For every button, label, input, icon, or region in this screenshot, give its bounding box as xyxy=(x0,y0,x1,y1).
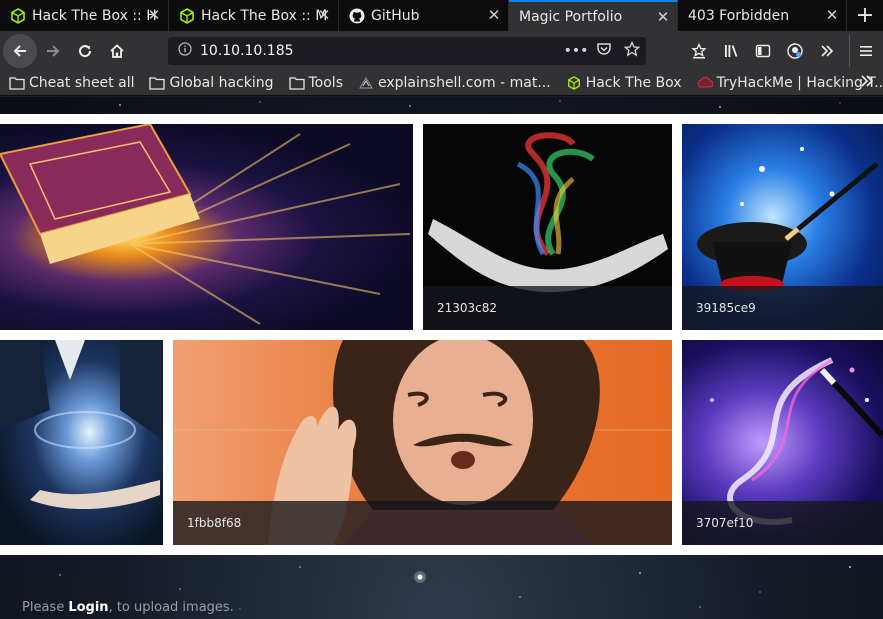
reload-icon xyxy=(79,44,92,57)
overflow-button[interactable] xyxy=(811,35,843,67)
info-icon[interactable] xyxy=(172,42,198,60)
htb-icon xyxy=(567,75,580,90)
bookmarks-toolbar: Cheat sheet all Global hacking Tools exp… xyxy=(0,70,883,96)
reload-button[interactable] xyxy=(69,35,101,67)
tab-403-forbidden[interactable]: 403 Forbidden ✕ xyxy=(678,0,847,31)
new-tab-button[interactable]: + xyxy=(847,0,883,31)
home-icon xyxy=(110,43,124,58)
bookmark-label: explainshell.com - mat... xyxy=(378,74,551,91)
login-prompt-prefix: Please xyxy=(22,600,69,615)
account-button[interactable] xyxy=(779,35,811,67)
github-icon xyxy=(349,8,365,23)
account-icon xyxy=(787,43,803,59)
image-caption: 1fbb8f68 xyxy=(173,501,672,545)
url-text[interactable]: 10.10.10.185 xyxy=(200,43,562,59)
tab-strip: Hack The Box :: H ✕ Hack The Box :: M ✕ … xyxy=(0,0,883,31)
bookmark-label: Hack The Box xyxy=(585,74,682,91)
tab-hackthebox-2[interactable]: Hack The Box :: M ✕ xyxy=(169,0,339,31)
arrow-left-icon xyxy=(13,44,26,57)
gallery-image-galaxy-hand[interactable] xyxy=(0,340,163,545)
bookmark-label: Tools xyxy=(308,74,344,91)
url-bar[interactable]: 10.10.10.185 ••• xyxy=(168,37,646,65)
tab-title: 403 Forbidden xyxy=(688,7,790,24)
library-icon xyxy=(725,45,738,57)
chevron-double-right-icon xyxy=(821,45,834,57)
folder-icon xyxy=(288,76,305,90)
hamburger-menu-icon xyxy=(859,46,872,56)
tab-magic-portfolio[interactable]: Magic Portfolio ✕ xyxy=(509,0,678,31)
gallery-image-39185ce9[interactable]: 39185ce9 xyxy=(682,124,883,330)
toolbar-right xyxy=(683,35,881,67)
login-prompt-suffix: , to upload images. xyxy=(108,600,234,615)
close-icon[interactable]: ✕ xyxy=(824,7,840,23)
tab-github[interactable]: GitHub ✕ xyxy=(339,0,509,31)
bookmark-hack-the-box[interactable]: Hack The Box xyxy=(557,75,688,91)
folder-icon xyxy=(149,76,166,90)
htb-icon xyxy=(180,7,194,24)
bookmark-global-hacking[interactable]: Global hacking xyxy=(140,75,279,91)
bookmarks-overflow-button[interactable] xyxy=(859,73,875,93)
gallery-image-1fbb8f68[interactable]: 1fbb8f68 xyxy=(173,340,672,545)
library-button[interactable] xyxy=(715,35,747,67)
bookmark-cheat-sheet-all[interactable]: Cheat sheet all xyxy=(0,75,140,91)
bookmark-label: Cheat sheet all xyxy=(29,74,135,91)
magic-book-art xyxy=(0,124,411,325)
bookmark-tools[interactable]: Tools xyxy=(280,75,350,91)
image-caption: 3707ef10 xyxy=(682,501,883,545)
gallery-image-3707ef10[interactable]: 3707ef10 xyxy=(682,340,883,545)
gallery-image-magic-book[interactable] xyxy=(0,124,413,330)
gallery-image-21303c82[interactable]: 21303c82 xyxy=(423,124,672,330)
image-caption: 39185ce9 xyxy=(682,286,883,330)
sidebar-icon xyxy=(755,44,771,58)
home-button[interactable] xyxy=(101,35,133,67)
bookmark-star-icon[interactable] xyxy=(618,40,646,61)
arrow-right-icon xyxy=(47,44,60,57)
tryhackme-icon xyxy=(697,76,713,87)
close-icon[interactable]: ✕ xyxy=(486,7,502,23)
sidebar-button[interactable] xyxy=(747,35,779,67)
page-viewport: 21303c82 39185ce9 1fbb8f68 3707ef10 Plea… xyxy=(0,97,883,619)
tab-title: Magic Portfolio xyxy=(519,8,623,25)
pocket-icon[interactable] xyxy=(590,41,618,61)
tab-hackthebox-1[interactable]: Hack The Box :: H ✕ xyxy=(0,0,169,31)
navigation-toolbar: 10.10.10.185 ••• xyxy=(0,31,883,70)
bookmark-tryhackme[interactable]: TryHackMe | Hacking T... xyxy=(688,75,883,91)
app-menu-button[interactable] xyxy=(849,35,881,67)
starred-page-icon xyxy=(691,43,707,59)
login-link[interactable]: Login xyxy=(68,600,108,615)
page-actions-button[interactable]: ••• xyxy=(562,43,590,59)
folder-icon xyxy=(9,76,25,90)
bookmark-explainshell[interactable]: explainshell.com - mat... xyxy=(349,75,557,91)
htb-icon xyxy=(11,7,25,24)
explainshell-icon xyxy=(359,76,373,88)
login-prompt: Please Login, to upload images. xyxy=(22,600,234,615)
bookmarks-menu-button[interactable] xyxy=(683,35,715,67)
bookmark-label: Global hacking xyxy=(169,74,274,91)
close-icon[interactable]: ✕ xyxy=(655,9,671,25)
galaxy-hand-art xyxy=(0,340,163,510)
image-caption: 21303c82 xyxy=(423,286,672,330)
close-icon[interactable]: ✕ xyxy=(146,7,162,23)
forward-button[interactable] xyxy=(37,35,69,67)
close-icon[interactable]: ✕ xyxy=(316,7,332,23)
chevron-double-right-icon xyxy=(861,75,874,87)
back-button[interactable] xyxy=(3,33,37,68)
